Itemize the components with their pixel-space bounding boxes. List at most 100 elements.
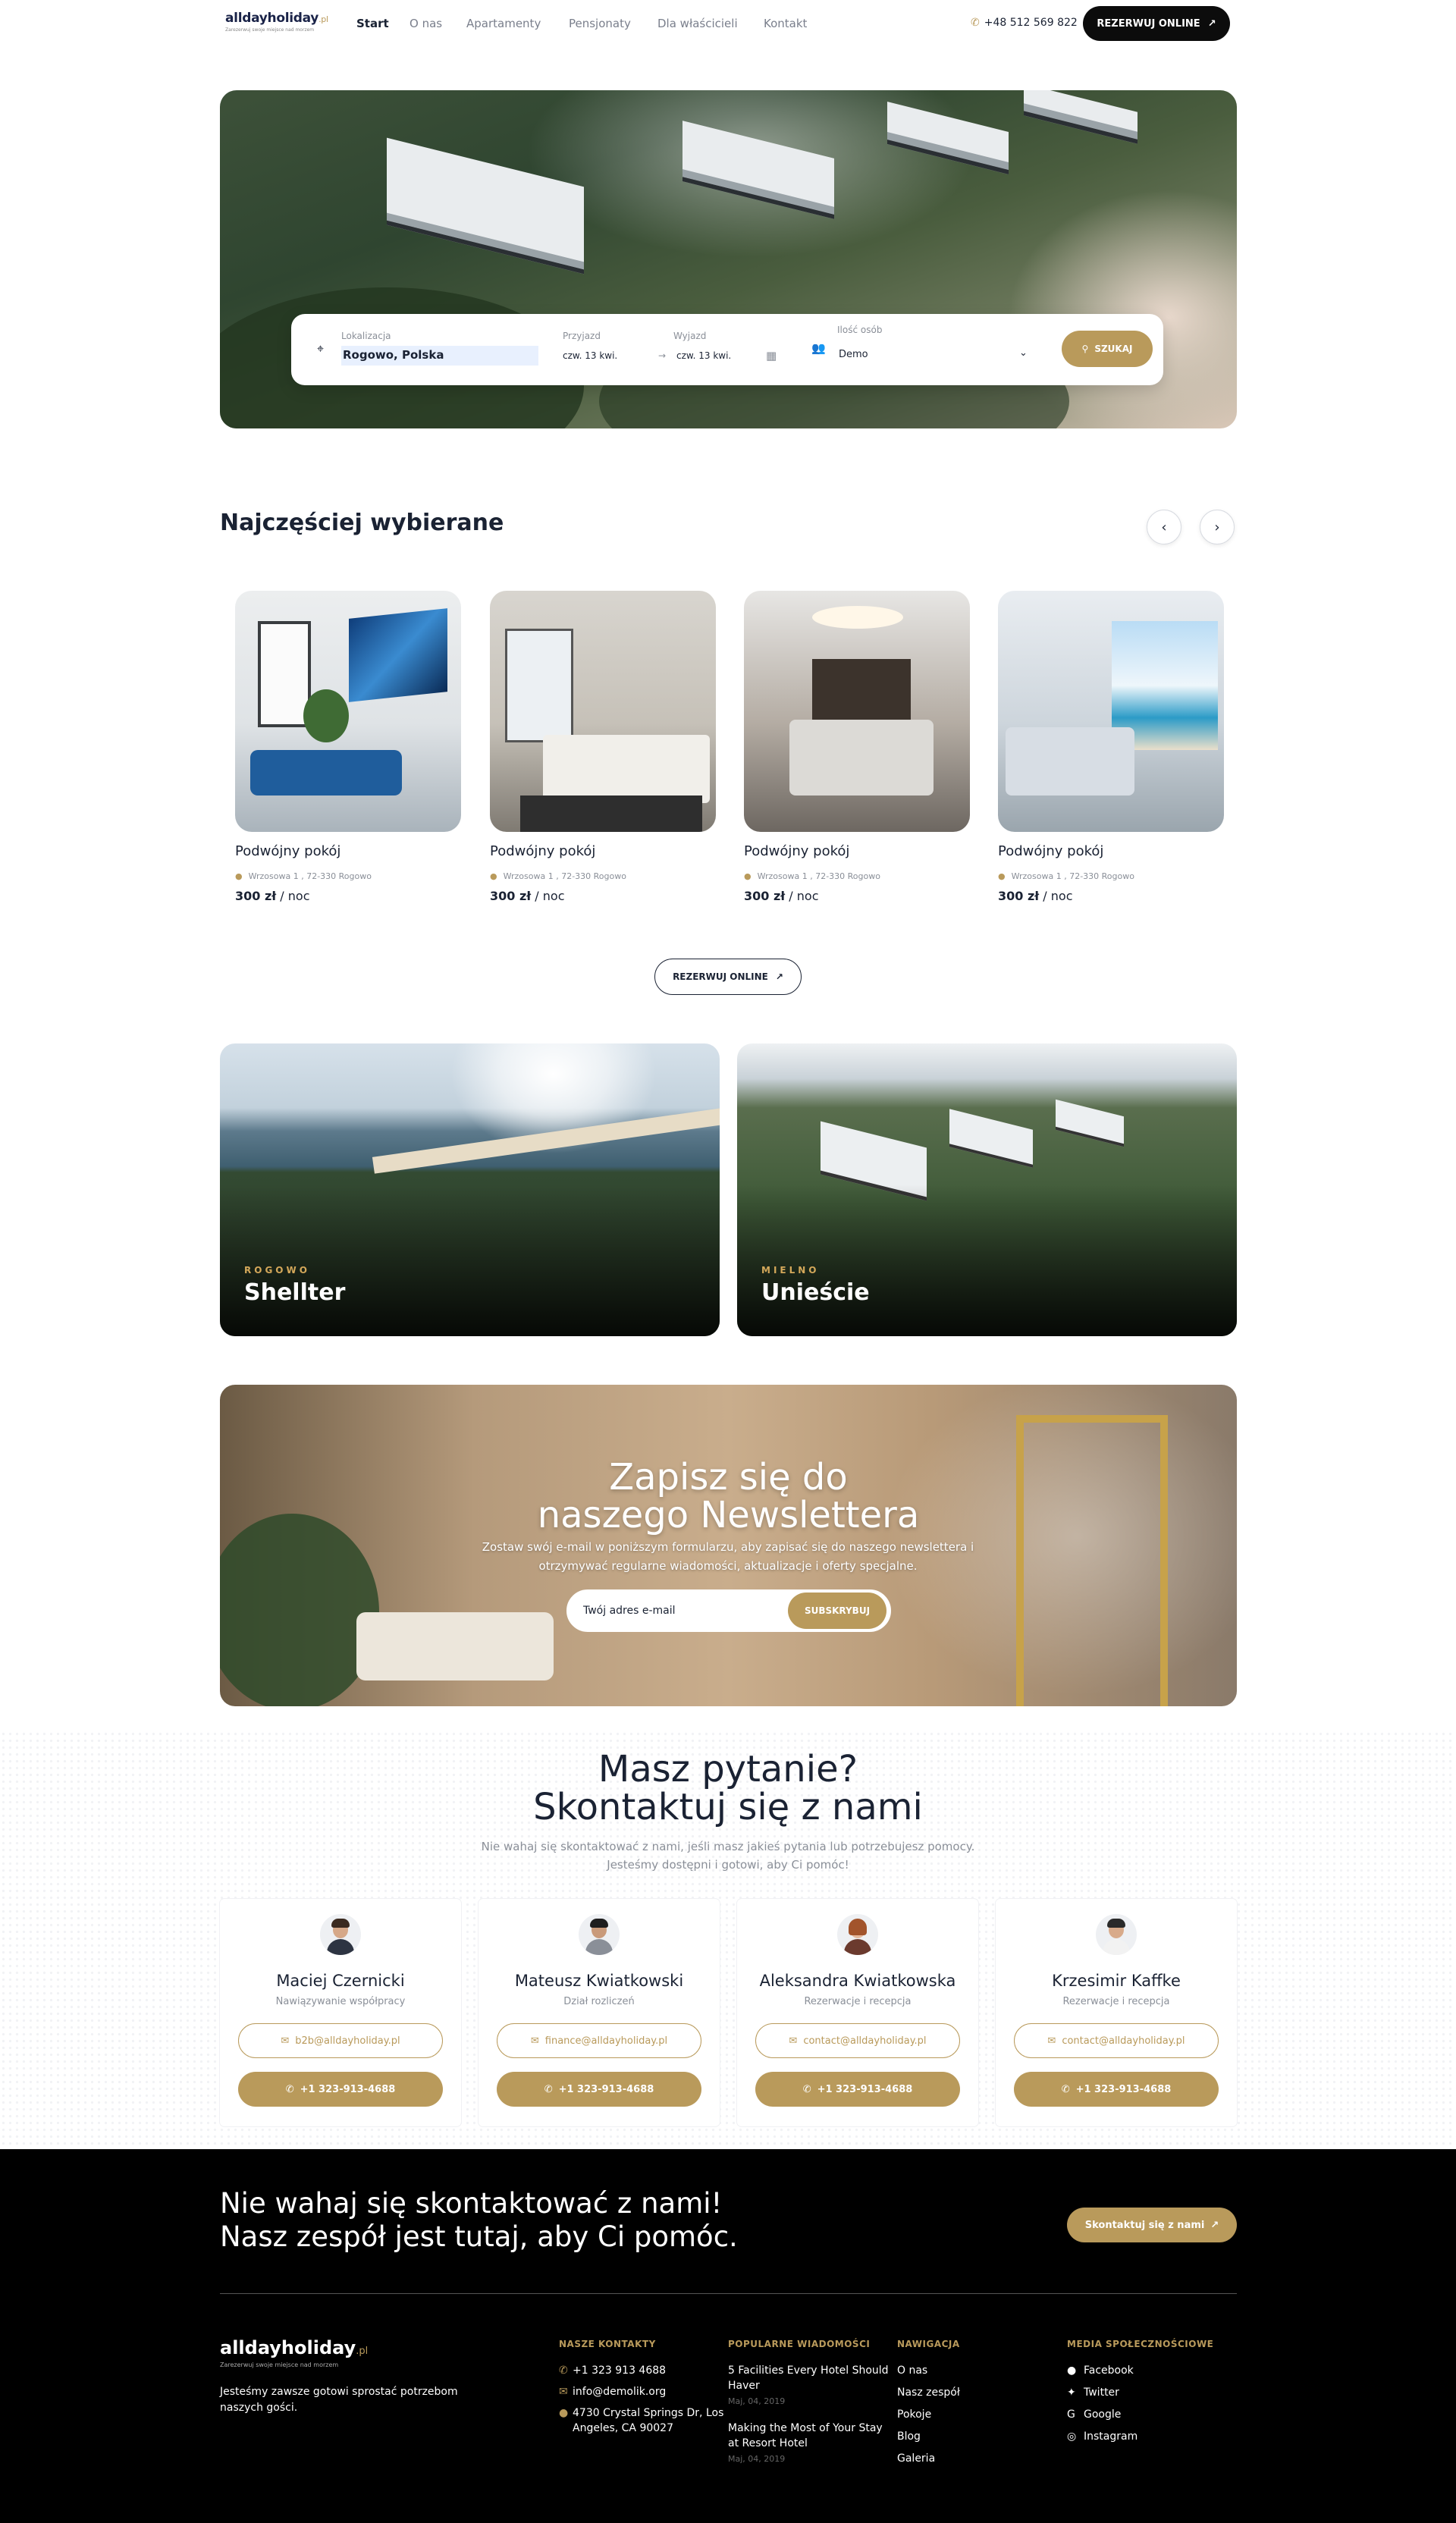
footer-nav-pokoje[interactable]: Pokoje — [897, 2407, 931, 2422]
newsletter-desc-line2: otrzymywać regularne wiadomości, aktuali… — [538, 1559, 918, 1573]
footer-logo-text: alldayholiday — [220, 2337, 356, 2358]
footer-nav-nasz-zespol[interactable]: Nasz zespół — [897, 2385, 960, 2400]
room-title[interactable]: Podwójny pokój — [235, 843, 340, 859]
header-phone-link[interactable]: ✆ +48 512 569 822 — [971, 17, 1078, 29]
mail-icon: ✉ — [281, 2035, 290, 2047]
subscribe-button-label: SUBSKRYBUJ — [804, 1605, 871, 1616]
footer-cta-line2: Nasz zespół jest tutaj, aby Ci pomóc. — [220, 2220, 738, 2253]
contact-email-button[interactable]: ✉ contact@alldayholiday.pl — [755, 2023, 960, 2058]
footer-logo-suffix: .pl — [356, 2346, 369, 2357]
contact-card: Maciej Czernicki Nawiązywanie współpracy… — [220, 1899, 461, 2126]
room-title[interactable]: Podwójny pokój — [998, 843, 1103, 859]
contact-phone-button[interactable]: ✆ +1 323-913-4688 — [755, 2072, 960, 2107]
contact-role: Dział rozliczeń — [563, 1996, 635, 2007]
contact-name: Mateusz Kwiatkowski — [514, 1972, 684, 1990]
footer-news-date: Maj, 04, 2019 — [728, 2454, 786, 2464]
footer-logo-tagline: Zarezerwuj swoje miejsce nad morzem — [220, 2361, 339, 2368]
footer-logo[interactable]: alldayholiday.pl — [220, 2337, 368, 2358]
footer-contact-button[interactable]: Skontaktuj się z nami ↗ — [1067, 2208, 1237, 2242]
guests-select[interactable]: Demo — [839, 349, 868, 360]
footer-news-date: Maj, 04, 2019 — [728, 2396, 786, 2406]
footer-social-facebook[interactable]: ● Facebook — [1067, 2363, 1134, 2378]
footer-social-twitter[interactable]: ✦ Twitter — [1067, 2385, 1119, 2400]
room-price: 300 zł / noc — [998, 889, 1073, 903]
calendar-icon[interactable]: ▦ — [766, 349, 777, 362]
nav-dla-wlascicieli[interactable]: Dla właścicieli — [657, 17, 738, 30]
contact-email-button[interactable]: ✉ finance@alldayholiday.pl — [497, 2023, 701, 2058]
arrow-right-icon: → — [658, 350, 667, 361]
google-icon: G — [1067, 2408, 1075, 2421]
destination-card-uniescie[interactable]: MIELNO Unieście — [737, 1043, 1237, 1336]
destination-card-shellter[interactable]: ROGOWO Shellter — [220, 1043, 720, 1336]
destination-name: Unieście — [761, 1279, 870, 1306]
nav-kontakt[interactable]: Kontakt — [764, 17, 807, 30]
footer-nav-galeria[interactable]: Galeria — [897, 2451, 935, 2466]
logo-text: alldayholiday — [225, 11, 319, 26]
location-pin-icon: ● — [998, 871, 1006, 881]
logo-suffix: .pl — [318, 14, 328, 24]
destination-kicker: ROGOWO — [244, 1265, 310, 1276]
departure-date-field[interactable]: czw. 13 kwi. — [676, 350, 731, 361]
arrow-up-right-icon: ↗ — [1207, 17, 1216, 30]
room-sofa — [250, 750, 402, 795]
nav-apartamenty[interactable]: Apartamenty — [466, 17, 541, 30]
room-title[interactable]: Podwójny pokój — [490, 843, 595, 859]
room-price-unit: / noc — [531, 889, 565, 903]
avatar — [579, 1914, 620, 1955]
footer-contact-email-row[interactable]: ✉ info@demolik.org — [559, 2384, 666, 2399]
subscribe-button[interactable]: SUBSKRYBUJ — [788, 1593, 886, 1629]
room-image[interactable] — [998, 591, 1224, 832]
search-button[interactable]: ⚲ SZUKAJ — [1062, 331, 1153, 367]
contact-phone: +1 323-913-4688 — [817, 2083, 913, 2095]
contact-role: Rezerwacje i recepcja — [1062, 1996, 1170, 2007]
logo[interactable]: alldayholiday.pl — [225, 11, 328, 26]
footer-news-item[interactable]: 5 Facilities Every Hotel Should Haver — [728, 2363, 895, 2393]
location-input[interactable]: Rogowo, Polska — [341, 346, 538, 366]
contact-title-line2: Skontaktuj się z nami — [533, 1786, 923, 1828]
room-price-value: 300 zł — [235, 889, 277, 903]
popular-section-title: Najczęściej wybierane — [220, 510, 504, 536]
location-pin-icon: ● — [235, 871, 243, 881]
contact-role: Nawiązywanie współpracy — [275, 1996, 406, 2007]
nav-start[interactable]: Start — [356, 17, 389, 30]
contact-phone: +1 323-913-4688 — [300, 2083, 396, 2095]
contact-email: finance@alldayholiday.pl — [544, 2035, 668, 2047]
phone-icon: ✆ — [802, 2083, 811, 2095]
carousel-prev-button[interactable]: ‹ — [1147, 510, 1181, 544]
contact-desc-line1: Nie wahaj się skontaktować z nami, jeśli… — [481, 1840, 975, 1853]
arrival-date-field[interactable]: czw. 13 kwi. — [563, 350, 617, 361]
contact-phone-button[interactable]: ✆ +1 323-913-4688 — [497, 2072, 701, 2107]
room-image[interactable] — [490, 591, 716, 832]
footer-nav-o-nas[interactable]: O nas — [897, 2363, 927, 2378]
location-pin-icon: ● — [490, 871, 497, 881]
room-price: 300 zł / noc — [490, 889, 565, 903]
newsletter-desc-line1: Zostaw swój e-mail w poniższym formularz… — [482, 1540, 974, 1554]
hero-building — [887, 102, 1009, 174]
footer-contact-phone-row[interactable]: ✆ +1 323 913 4688 — [559, 2363, 666, 2378]
footer-news-item[interactable]: Making the Most of Your Stay at Resort H… — [728, 2421, 895, 2451]
room-image[interactable] — [744, 591, 970, 832]
room-title[interactable]: Podwójny pokój — [744, 843, 849, 859]
room-image[interactable] — [235, 591, 461, 832]
card-shade — [220, 1185, 720, 1336]
newsletter-email-input[interactable] — [583, 1602, 780, 1620]
chevron-down-icon[interactable]: ⌄ — [1019, 347, 1028, 359]
location-pin-icon: ⌖ — [317, 341, 325, 356]
book-online-outline-button[interactable]: REZERWUJ ONLINE ↗ — [654, 959, 802, 995]
newsletter-form: SUBSKRYBUJ — [566, 1589, 891, 1632]
contact-phone-button[interactable]: ✆ +1 323-913-4688 — [1014, 2072, 1219, 2107]
footer-nav-blog[interactable]: Blog — [897, 2429, 921, 2444]
hero-building — [949, 1109, 1033, 1168]
contact-desc-line2: Jesteśmy dostępni i gotowi, aby Ci pomóc… — [607, 1858, 849, 1872]
nav-pensjonaty[interactable]: Pensjonaty — [569, 17, 631, 30]
contact-phone-button[interactable]: ✆ +1 323-913-4688 — [238, 2072, 443, 2107]
contact-email-button[interactable]: ✉ b2b@alldayholiday.pl — [238, 2023, 443, 2058]
carousel-next-button[interactable]: › — [1200, 510, 1235, 544]
mail-icon: ✉ — [1047, 2035, 1056, 2047]
footer-social-google[interactable]: G Google — [1067, 2407, 1121, 2422]
footer-social-instagram[interactable]: ◎ Instagram — [1067, 2429, 1138, 2444]
contact-email-button[interactable]: ✉ contact@alldayholiday.pl — [1014, 2023, 1219, 2058]
room-address: ● Wrzosowa 1 , 72-330 Rogowo — [998, 871, 1134, 881]
book-online-button[interactable]: REZERWUJ ONLINE ↗ — [1083, 6, 1230, 41]
nav-o-nas[interactable]: O nas — [410, 17, 442, 30]
